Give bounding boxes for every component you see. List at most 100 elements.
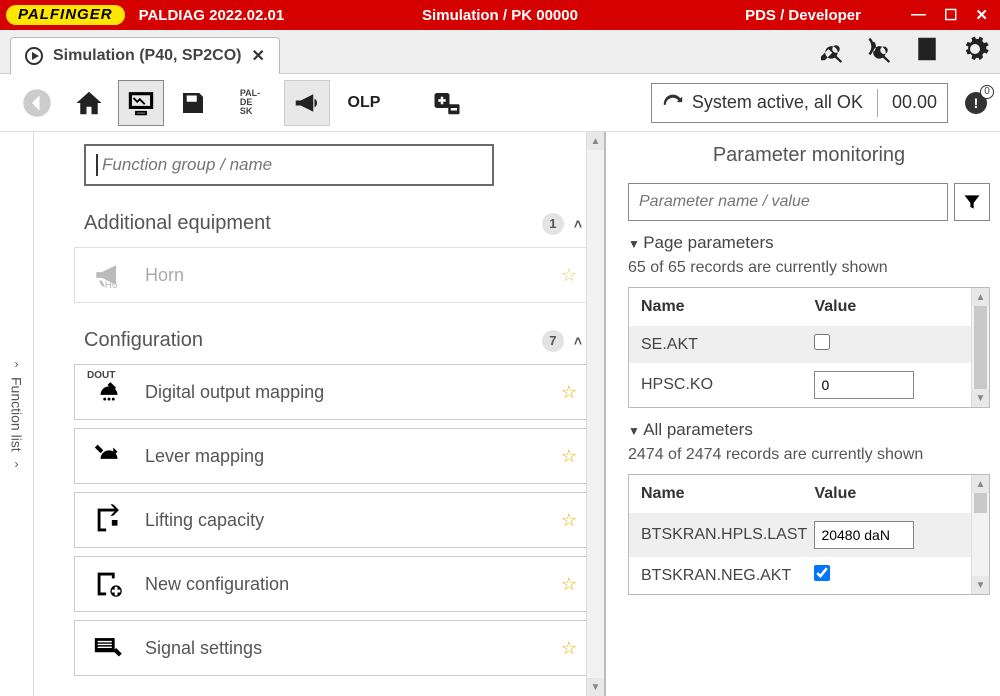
scroll-down-icon[interactable]: ▼	[972, 389, 989, 407]
info-badge: 0	[980, 85, 994, 99]
section-all-parameters[interactable]: All parameters	[628, 420, 990, 440]
table-row: HPSC.KO	[629, 363, 971, 407]
tab-close-icon[interactable]: ✕	[251, 46, 264, 66]
antenna-search-icon[interactable]	[864, 34, 894, 67]
status-arrow-icon	[662, 92, 684, 114]
col-value: Value	[814, 298, 959, 316]
col-value: Value	[814, 485, 959, 503]
group-count: 7	[542, 330, 564, 352]
table-row: SE.AKT	[629, 326, 971, 363]
monitor-button[interactable]	[118, 80, 164, 126]
item-label: Signal settings	[145, 638, 545, 659]
page-params-table: Name Value SE.AKT HPSC.KO ▲ ▼	[628, 287, 990, 408]
paldesk-button[interactable]: PAL-DESK	[222, 80, 278, 126]
item-lever-mapping[interactable]: Lever mapping ☆	[74, 428, 592, 484]
item-lifting-capacity[interactable]: Lifting capacity ☆	[74, 492, 592, 548]
param-name: SE.AKT	[641, 336, 814, 354]
crane-icon	[89, 500, 129, 540]
svg-text:H6: H6	[105, 280, 118, 291]
param-input[interactable]	[814, 521, 914, 549]
tab-strip: Simulation (P40, SP2CO) ✕	[0, 30, 1000, 74]
brush-search-icon[interactable]	[816, 34, 846, 67]
paldesk-label: PAL-DESK	[240, 89, 260, 116]
item-label: Lifting capacity	[145, 510, 545, 531]
function-list-pane: Additional equipment 1 ˄ H6 Horn ☆ Confi…	[34, 132, 606, 696]
star-icon[interactable]: ☆	[561, 574, 577, 595]
star-icon[interactable]: ☆	[561, 446, 577, 467]
parameter-search-input[interactable]	[628, 183, 948, 221]
maximize-icon[interactable]: ☐	[944, 6, 957, 24]
table-row: BTSKRAN.HPLS.LAST	[629, 513, 971, 557]
scroll-up-icon[interactable]: ▲	[587, 132, 604, 150]
group-additional-equipment[interactable]: Additional equipment 1 ˄	[74, 208, 592, 239]
play-icon	[25, 47, 43, 65]
status-info-button[interactable]: ! 0	[962, 89, 990, 117]
chevron-right-icon: ›	[15, 357, 19, 371]
param-name: HPSC.KO	[641, 376, 814, 394]
left-scrollbar[interactable]: ▲ ▼	[586, 132, 604, 696]
table-row: BTSKRAN.NEG.AKT	[629, 557, 971, 594]
role-title: PDS / Developer	[745, 7, 861, 24]
signal-icon	[89, 628, 129, 668]
olp-button[interactable]: OLP	[336, 80, 392, 126]
item-horn[interactable]: H6 Horn ☆	[74, 247, 592, 303]
star-icon[interactable]: ☆	[561, 638, 577, 659]
item-label: Horn	[145, 265, 545, 286]
save-button[interactable]	[170, 80, 216, 126]
status-timer: 00.00	[892, 92, 937, 113]
tab-simulation[interactable]: Simulation (P40, SP2CO) ✕	[10, 37, 280, 74]
star-icon[interactable]: ☆	[561, 265, 577, 286]
star-icon[interactable]: ☆	[561, 510, 577, 531]
title-bar: PALFINGER PALDIAG 2022.02.01 Simulation …	[0, 0, 1000, 30]
group-title: Additional equipment	[84, 212, 271, 235]
function-search[interactable]	[84, 144, 494, 186]
chevron-right-icon: ›	[15, 457, 19, 471]
back-button[interactable]	[14, 80, 60, 126]
scroll-up-icon[interactable]: ▲	[972, 475, 989, 493]
function-search-input[interactable]	[102, 155, 482, 175]
group-configuration[interactable]: Configuration 7 ˄	[74, 325, 592, 356]
param-name: BTSKRAN.NEG.AKT	[641, 567, 814, 585]
gear-crane-icon	[89, 564, 129, 604]
home-button[interactable]	[66, 80, 112, 126]
item-label: Lever mapping	[145, 446, 545, 467]
item-digital-output-mapping[interactable]: DOUT Digital output mapping ☆	[74, 364, 592, 420]
tab-label: Simulation (P40, SP2CO)	[53, 47, 241, 65]
item-label: Digital output mapping	[145, 382, 545, 403]
filter-button[interactable]	[954, 183, 990, 221]
parameter-title: Parameter monitoring	[628, 144, 990, 167]
param-checkbox[interactable]	[814, 334, 830, 350]
section-page-parameters[interactable]: Page parameters	[628, 233, 990, 253]
close-icon[interactable]: ✕	[975, 6, 988, 24]
dout-tag: DOUT	[87, 370, 115, 381]
chevron-up-icon: ˄	[574, 216, 582, 232]
item-new-configuration[interactable]: New configuration ☆	[74, 556, 592, 612]
scroll-thumb[interactable]	[974, 306, 987, 389]
notes-icon[interactable]	[912, 34, 942, 67]
item-signal-settings[interactable]: Signal settings ☆	[74, 620, 592, 676]
horn-button[interactable]	[284, 80, 330, 126]
context-title: Simulation / PK 00000	[422, 7, 578, 24]
add-remove-button[interactable]	[424, 80, 470, 126]
app-title: PALDIAG 2022.02.01	[139, 7, 285, 24]
param-name: BTSKRAN.HPLS.LAST	[641, 526, 814, 544]
group-title: Configuration	[84, 329, 203, 352]
table-scrollbar[interactable]: ▲ ▼	[971, 288, 989, 407]
horn-icon: H6	[89, 255, 129, 295]
table-scrollbar[interactable]: ▲ ▼	[971, 475, 989, 594]
scroll-down-icon[interactable]: ▼	[972, 576, 989, 594]
scroll-thumb[interactable]	[974, 493, 987, 513]
param-checkbox[interactable]	[814, 565, 830, 581]
function-list-rail[interactable]: › Function list ›	[0, 132, 34, 696]
scroll-up-icon[interactable]: ▲	[972, 288, 989, 306]
gear-icon[interactable]	[960, 34, 990, 67]
toolbar: PAL-DESK OLP System active, all OK 00.00…	[0, 74, 1000, 132]
minimize-icon[interactable]: —	[911, 6, 926, 24]
col-name: Name	[641, 298, 814, 316]
rail-label: Function list	[9, 377, 25, 452]
scroll-down-icon[interactable]: ▼	[587, 678, 604, 696]
brand-pill: PALFINGER	[6, 5, 125, 25]
param-input[interactable]	[814, 371, 914, 399]
lever-icon	[89, 436, 129, 476]
star-icon[interactable]: ☆	[561, 382, 577, 403]
